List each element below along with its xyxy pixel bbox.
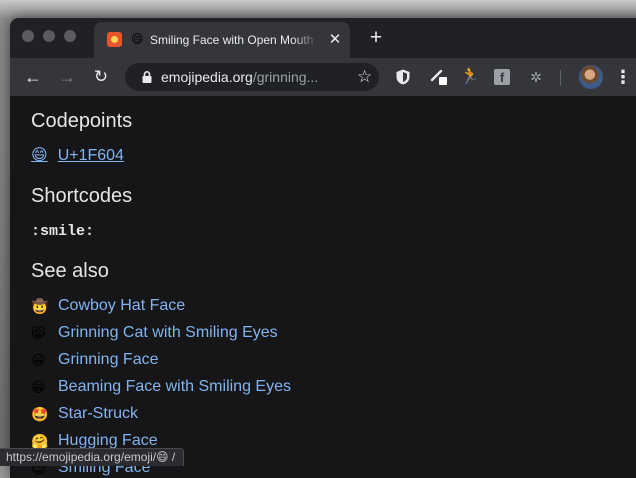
list-item[interactable]: 😀 Grinning Face bbox=[31, 350, 291, 377]
address-bar[interactable]: emojipedia.org/grinning... ☆ bbox=[125, 63, 379, 91]
profile-avatar[interactable] bbox=[579, 65, 603, 89]
codepoints-heading: Codepoints bbox=[31, 110, 133, 132]
list-item-emoji: 🤠 bbox=[31, 298, 49, 314]
list-item-link[interactable]: Cowboy Hat Face bbox=[58, 296, 185, 316]
url-domain: emojipedia.org bbox=[161, 69, 253, 85]
puzzle-icon[interactable]: ✲ bbox=[527, 68, 545, 86]
url-text: emojipedia.org/grinning... bbox=[161, 68, 351, 86]
browser-menu-icon[interactable]: ⋮ bbox=[614, 66, 632, 88]
forward-button[interactable]: → bbox=[56, 66, 78, 88]
pen-icon[interactable] bbox=[430, 68, 448, 86]
bookmark-star-icon[interactable]: ☆ bbox=[357, 67, 372, 87]
tab-emoji: 😄 bbox=[131, 32, 144, 46]
list-item[interactable]: 😸 Grinning Cat with Smiling Eyes bbox=[31, 323, 291, 350]
maximize-window-button[interactable] bbox=[64, 30, 76, 42]
back-button[interactable]: ← bbox=[22, 66, 44, 88]
tab-strip: 😄 Smiling Face with Open Mouth and Smili… bbox=[10, 18, 636, 58]
shortcodes-heading: Shortcodes bbox=[31, 185, 133, 207]
close-window-button[interactable] bbox=[22, 30, 34, 42]
toolbar-divider bbox=[560, 70, 561, 86]
see-also-heading: See also bbox=[31, 260, 109, 282]
list-item[interactable]: 🤠 Cowboy Hat Face bbox=[31, 296, 291, 323]
url-path: /grinning... bbox=[252, 69, 319, 85]
lock-icon bbox=[142, 71, 152, 83]
list-item-emoji: 😁 bbox=[31, 379, 46, 395]
shield-icon[interactable] bbox=[394, 68, 412, 86]
tab-title: Smiling Face with Open Mouth and Smiling… bbox=[150, 33, 318, 47]
codepoint-emoji: 😄 bbox=[31, 147, 48, 164]
list-item-link[interactable]: Beaming Face with Smiling Eyes bbox=[58, 377, 291, 397]
browser-toolbar: ← → ↻ emojipedia.org/grinning... ☆ 🏃 f ✲… bbox=[10, 58, 636, 96]
list-item-link[interactable]: Grinning Face bbox=[58, 350, 159, 370]
new-tab-button[interactable]: + bbox=[365, 27, 387, 49]
list-item-link[interactable]: Grinning Cat with Smiling Eyes bbox=[58, 323, 278, 343]
figure-icon[interactable]: 🏃 bbox=[460, 68, 480, 86]
codepoint-value: U+1F604 bbox=[57, 147, 124, 164]
tab-close-icon[interactable]: ✕ bbox=[326, 31, 344, 49]
shortcode-value: :smile: bbox=[31, 223, 95, 240]
list-item-emoji: 🤩 bbox=[31, 406, 49, 422]
tab-active[interactable]: 😄 Smiling Face with Open Mouth and Smili… bbox=[94, 22, 350, 58]
minimize-window-button[interactable] bbox=[43, 30, 55, 42]
list-item-link[interactable]: Star-Struck bbox=[58, 404, 138, 424]
list-item-emoji: 😸 bbox=[31, 325, 46, 341]
emojipedia-favicon-icon bbox=[107, 32, 122, 47]
link-status-bar: https://emojipedia.org/emoji/😄 / bbox=[0, 448, 185, 466]
codepoint-link[interactable]: 😄 U+1F604 bbox=[31, 146, 124, 166]
list-item[interactable]: 🤩 Star-Struck bbox=[31, 404, 291, 431]
list-item[interactable]: 😁 Beaming Face with Smiling Eyes bbox=[31, 377, 291, 404]
facebook-icon[interactable]: f bbox=[494, 69, 510, 85]
page-content: Codepoints 😄 U+1F604 Shortcodes :smile: S… bbox=[10, 96, 636, 478]
list-item-emoji: 😀 bbox=[31, 352, 46, 368]
browser-window: 😄 Smiling Face with Open Mouth and Smili… bbox=[10, 18, 636, 478]
reload-button[interactable]: ↻ bbox=[90, 66, 112, 88]
